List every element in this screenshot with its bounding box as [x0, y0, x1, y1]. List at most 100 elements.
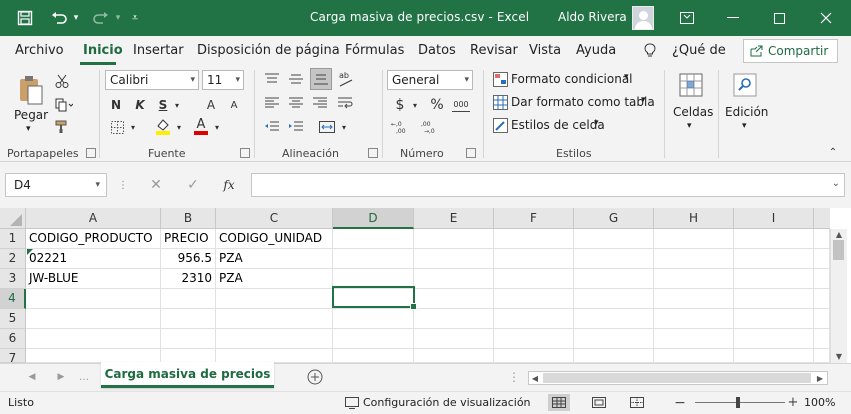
increase-indent-icon[interactable] — [286, 118, 306, 136]
format-painter-icon[interactable] — [53, 118, 71, 136]
insert-function-button[interactable]: fx — [220, 176, 238, 194]
currency-dropdown-icon[interactable]: ▾ — [410, 96, 420, 114]
cell-b3[interactable]: 2310 — [161, 269, 216, 289]
cell-g4[interactable] — [574, 289, 654, 309]
cell-g3[interactable] — [574, 269, 654, 289]
font-name-select[interactable]: Calibri ▾ — [105, 70, 199, 90]
tab-inicio[interactable]: Inicio — [83, 43, 123, 58]
cell-i4[interactable] — [734, 289, 814, 309]
cell-h4[interactable] — [654, 289, 734, 309]
next-sheet-icon[interactable]: ▶ — [55, 370, 67, 384]
orientation-icon[interactable]: ab — [336, 68, 356, 90]
font-color-button[interactable]: A — [192, 116, 210, 136]
sheet-tab-carga-masiva[interactable]: Carga masiva de precios — [101, 362, 274, 388]
cell-h3[interactable] — [654, 269, 734, 289]
underline-dropdown-icon[interactable]: ▾ — [172, 96, 182, 114]
align-right-icon[interactable] — [310, 94, 330, 112]
cell-j6[interactable] — [814, 329, 830, 349]
clipboard-launcher-icon[interactable] — [86, 148, 96, 158]
cell-e1[interactable] — [414, 229, 494, 249]
chevron-down-icon[interactable]: ▾ — [742, 121, 747, 131]
cell-d7[interactable] — [333, 349, 414, 363]
cell-i3[interactable] — [734, 269, 814, 289]
tab-disposicion[interactable]: Disposición de página — [197, 43, 340, 58]
cell-h6[interactable] — [654, 329, 734, 349]
zoom-slider[interactable] — [695, 402, 785, 403]
wrap-text-icon[interactable] — [336, 94, 356, 112]
tab-formulas[interactable]: Fórmulas — [345, 43, 404, 58]
cell-j7[interactable] — [814, 349, 830, 363]
cell-i6[interactable] — [734, 329, 814, 349]
cell-a3[interactable]: JW-BLUE — [26, 269, 161, 289]
row-header-6[interactable]: 6 — [0, 329, 26, 349]
paste-dropdown-icon[interactable]: ▾ — [26, 124, 31, 134]
row-header-3[interactable]: 3 — [0, 269, 26, 289]
cell-c1[interactable]: CODIGO_UNIDAD — [216, 229, 333, 249]
cell-j3[interactable] — [814, 269, 830, 289]
search-icon[interactable] — [730, 70, 760, 100]
zoom-out-icon[interactable]: − — [674, 395, 686, 411]
tab-ayuda[interactable]: Ayuda — [576, 43, 616, 58]
editing-button[interactable]: Edición — [725, 105, 768, 119]
scroll-right-icon[interactable]: ▶ — [815, 372, 825, 384]
number-format-select[interactable]: General ▾ — [387, 70, 473, 90]
error-indicator-icon[interactable] — [27, 249, 33, 255]
expand-formula-icon[interactable]: ⌄ — [832, 178, 840, 189]
close-icon[interactable] — [803, 0, 849, 36]
underline-button[interactable]: S — [155, 96, 171, 114]
horizontal-scroll-thumb[interactable] — [543, 373, 811, 383]
scroll-left-icon[interactable]: ◀ — [530, 372, 540, 384]
chevron-down-icon[interactable]: ▾ — [95, 174, 100, 196]
align-left-icon[interactable] — [262, 94, 282, 112]
cell-h2[interactable] — [654, 249, 734, 269]
cell-b2[interactable]: 956.5 — [161, 249, 216, 269]
select-all-corner[interactable] — [0, 208, 26, 229]
display-settings-icon[interactable] — [344, 396, 360, 409]
cell-e6[interactable] — [414, 329, 494, 349]
cell-c7[interactable] — [216, 349, 333, 363]
align-middle-icon[interactable] — [286, 70, 306, 88]
maximize-icon[interactable] — [756, 0, 802, 36]
borders-dropdown-icon[interactable]: ▾ — [128, 118, 138, 136]
formula-bar-grip-icon[interactable]: ⋮ — [118, 178, 128, 192]
cell-i1[interactable] — [734, 229, 814, 249]
font-launcher-icon[interactable] — [240, 148, 250, 158]
chevron-down-icon[interactable]: ▾ — [594, 118, 599, 128]
cell-a1[interactable]: CODIGO_PRODUCTO — [26, 229, 161, 249]
page-layout-view-icon[interactable] — [588, 394, 610, 411]
cell-h1[interactable] — [654, 229, 734, 249]
tab-datos[interactable]: Datos — [418, 43, 456, 58]
tab-vista[interactable]: Vista — [529, 43, 561, 58]
cell-b5[interactable] — [161, 309, 216, 329]
cell-styles-icon[interactable] — [492, 117, 508, 133]
cell-b7[interactable] — [161, 349, 216, 363]
redo-dropdown-icon[interactable]: ▾ — [112, 6, 124, 30]
zoom-slider-knob[interactable] — [736, 397, 740, 408]
chevron-down-icon[interactable]: ▾ — [624, 72, 629, 82]
sheet-options-icon[interactable]: … — [79, 370, 89, 384]
merge-center-icon[interactable] — [316, 118, 338, 136]
cell-e4[interactable] — [414, 289, 494, 309]
column-header-b[interactable]: B — [161, 208, 216, 229]
grow-font-button[interactable]: A — [203, 96, 219, 114]
cell-c2[interactable]: PZA — [216, 249, 333, 269]
formula-input[interactable]: ⌄ — [251, 173, 845, 197]
column-header-d[interactable]: D — [333, 208, 414, 229]
cancel-formula-icon[interactable]: ✕ — [148, 176, 164, 194]
cell-c6[interactable] — [216, 329, 333, 349]
cell-g2[interactable] — [574, 249, 654, 269]
align-center-icon[interactable] — [286, 94, 306, 112]
active-cell-d4[interactable] — [332, 286, 417, 310]
lightbulb-icon[interactable] — [644, 43, 656, 62]
tab-revisar[interactable]: Revisar — [470, 43, 518, 58]
italic-button[interactable]: K — [132, 96, 148, 114]
cell-a4[interactable] — [26, 289, 161, 309]
column-header-a[interactable]: A — [26, 208, 161, 229]
cell-e7[interactable] — [414, 349, 494, 363]
cell-f1[interactable] — [494, 229, 574, 249]
column-header-g[interactable]: G — [574, 208, 654, 229]
chevron-down-icon[interactable]: ▾ — [687, 121, 692, 131]
column-header-e[interactable]: E — [414, 208, 494, 229]
zoom-level[interactable]: 100% — [804, 396, 835, 409]
vertical-scroll-thumb[interactable] — [833, 240, 844, 260]
